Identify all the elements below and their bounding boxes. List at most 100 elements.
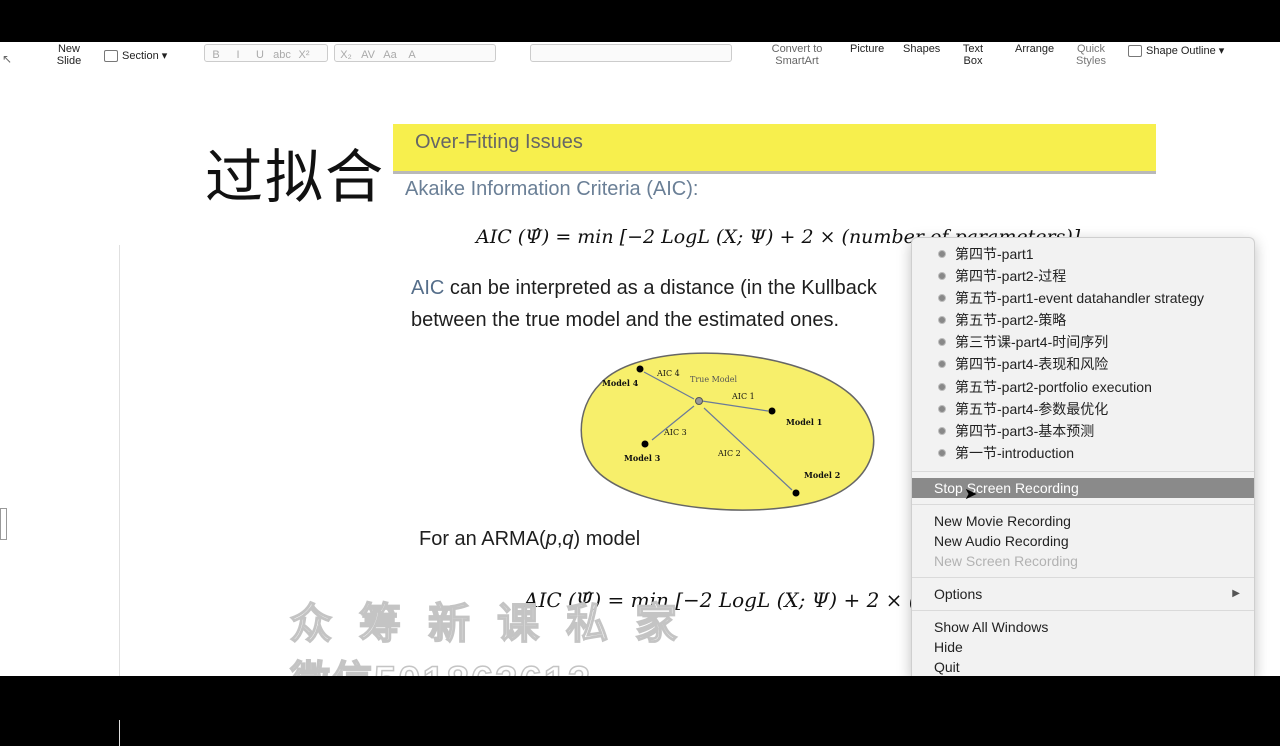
section-button[interactable]: Section ▾ (104, 50, 167, 63)
menu-separator (912, 504, 1254, 505)
arma-heading: For an ARMA(p,q) model (419, 528, 640, 551)
pen-icon (1128, 45, 1142, 58)
aic4-label: AIC 4 (656, 369, 680, 378)
options-item[interactable]: Options ▶ (912, 584, 1254, 604)
model1-point (768, 407, 776, 415)
file-icon (938, 316, 946, 324)
back-arrow-icon[interactable]: ↖ (2, 52, 12, 66)
ribbon-toolbar: New Slide Section ▾ B I Uabc X² X₂ AV Aa A Conv… (0, 42, 1280, 71)
model3-label: Model 3 (624, 453, 661, 463)
recent-item-2[interactable]: 第四节-part2-过程 (912, 266, 1254, 286)
paragraph-group[interactable] (530, 44, 732, 62)
arma-suffix: ) model (573, 528, 641, 550)
recent-item-label: 第四节-part3-基本预测 (955, 423, 1095, 439)
recent-item-6[interactable]: 第四节-part4-表现和风险 (912, 354, 1254, 374)
section-label: Section (122, 50, 159, 62)
font-style-group: B I Uabc X² (204, 44, 328, 62)
hide-item[interactable]: Hide (912, 637, 1254, 657)
recent-item-8[interactable]: 第五节-part4-参数最优化 (912, 399, 1254, 419)
hide-label: Hide (934, 639, 963, 655)
recent-item-9[interactable]: 第四节-part3-基本预测 (912, 421, 1254, 441)
true-model-label: True Model (690, 375, 737, 384)
arrange-button[interactable]: Arrange (1015, 43, 1054, 55)
new-screen-recording-item: New Screen Recording (912, 551, 1254, 571)
new-movie-recording-item[interactable]: New Movie Recording (912, 511, 1254, 531)
bold-button[interactable]: B (205, 47, 227, 63)
file-icon (938, 294, 946, 302)
aic-explanation-line2: between the true model and the estimated… (411, 309, 840, 331)
file-icon (938, 272, 946, 280)
stop-label: Stop Screen Recording (934, 480, 1079, 496)
quick-styles-button[interactable]: Quick Styles (1072, 43, 1110, 67)
file-icon (938, 427, 946, 435)
header-band: Over-Fitting Issues (393, 124, 1156, 174)
recent-item-10[interactable]: 第一节-introduction (912, 443, 1254, 463)
text-box-button[interactable]: Text Box (960, 43, 986, 67)
slide-title: 过拟合 (205, 143, 386, 211)
character-spacing-button[interactable]: AV (357, 47, 379, 63)
aic1-label: AIC 1 (731, 392, 755, 401)
file-icon (938, 338, 946, 346)
recent-item-label: 第一节-introduction (955, 445, 1075, 461)
screen-recording-context-menu: 第四节-part1 第四节-part2-过程 第五节-part1-event d… (911, 237, 1255, 677)
file-icon (938, 383, 946, 391)
aic-subheading: Akaike Information Criteria (AIC): (405, 178, 699, 200)
quit-label: Quit (934, 659, 960, 675)
recent-item-label: 第五节-part1-event datahandler strategy (955, 290, 1205, 306)
shapes-button[interactable]: Shapes (903, 43, 940, 55)
aic-term: AIC (411, 277, 445, 299)
new-movie-label: New Movie Recording (934, 513, 1071, 529)
font-effects-group: X₂ AV Aa A (334, 44, 496, 62)
aic2-label: AIC 2 (717, 449, 741, 458)
change-case-button[interactable]: Aa (379, 47, 401, 63)
section-icon (104, 50, 118, 63)
menu-separator (912, 471, 1254, 472)
recent-item-label: 第五节-part4-参数最优化 (955, 401, 1109, 417)
options-label: Options (934, 586, 983, 602)
font-color-button[interactable]: A (401, 47, 423, 63)
italic-button[interactable]: I (227, 47, 249, 63)
aic-distance-diagram: True Model Model 1 Model 2 Model 3 Model… (580, 352, 875, 511)
band-title: Over-Fitting Issues (415, 131, 583, 153)
pane-resize-handle[interactable] (0, 508, 7, 540)
shape-outline-button[interactable]: Shape Outline ▾ (1128, 45, 1224, 58)
recent-item-label: 第四节-part1 (955, 246, 1034, 262)
new-audio-recording-item[interactable]: New Audio Recording (912, 531, 1254, 551)
picture-button[interactable]: Picture (850, 43, 884, 55)
underline-button[interactable]: U (249, 47, 271, 63)
arma-prefix: For an ARMA( (419, 528, 546, 550)
aic-explanation-text: can be interpreted as a distance (in the… (444, 277, 877, 299)
arma-q: q (562, 528, 574, 550)
new-audio-label: New Audio Recording (934, 533, 1069, 549)
file-icon (938, 405, 946, 413)
file-icon (938, 250, 946, 258)
file-icon (938, 360, 946, 368)
recent-item-label: 第五节-part2-portfolio execution (955, 379, 1152, 395)
aic3-label: AIC 3 (663, 428, 687, 437)
recent-item-label: 第三节课-part4-时间序列 (955, 334, 1109, 350)
menu-separator (912, 577, 1254, 578)
convert-smartart-button[interactable]: Convert to SmartArt (764, 43, 830, 67)
thumbnail-pane-edge (0, 70, 25, 676)
file-icon (938, 449, 946, 457)
recent-item-7[interactable]: 第五节-part2-portfolio execution (912, 377, 1254, 397)
shape-outline-label: Shape Outline (1146, 45, 1216, 57)
recent-item-label: 第四节-part2-过程 (955, 268, 1067, 284)
bottom-black-bar (0, 676, 1280, 720)
recent-item-1[interactable]: 第四节-part1 (912, 244, 1254, 264)
quit-item[interactable]: Quit (912, 657, 1254, 677)
true-model-point (695, 397, 703, 405)
model2-point (792, 489, 800, 497)
new-screen-label: New Screen Recording (934, 553, 1078, 569)
recent-item-4[interactable]: 第五节-part2-策略 (912, 310, 1254, 330)
model2-label: Model 2 (804, 470, 840, 480)
subscript-button[interactable]: X₂ (335, 47, 357, 63)
menu-separator (912, 610, 1254, 611)
recent-item-3[interactable]: 第五节-part1-event datahandler strategy (912, 288, 1254, 308)
recent-item-5[interactable]: 第三节课-part4-时间序列 (912, 332, 1254, 352)
strikethrough-button[interactable]: abc (271, 47, 293, 63)
new-slide-button[interactable]: New Slide (52, 43, 86, 67)
show-all-windows-item[interactable]: Show All Windows (912, 617, 1254, 637)
superscript-button[interactable]: X² (293, 47, 315, 63)
arma-p: p (545, 528, 557, 550)
